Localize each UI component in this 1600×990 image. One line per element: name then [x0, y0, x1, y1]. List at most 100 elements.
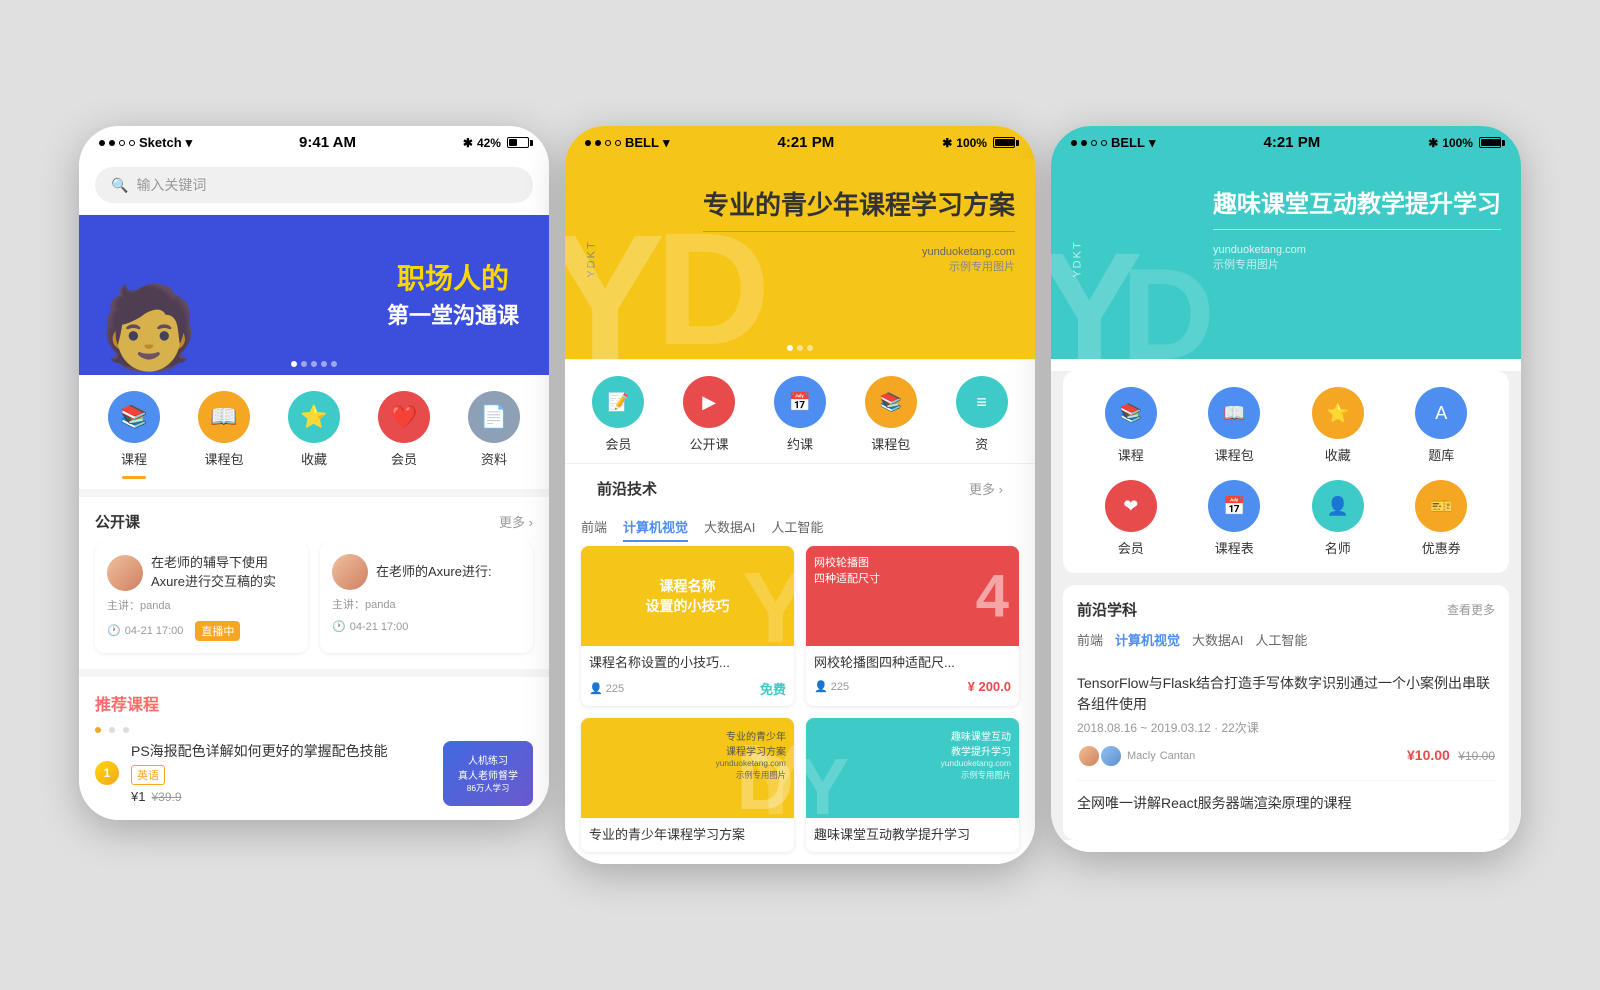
- nav3-coupon[interactable]: 🎫 优惠券: [1415, 480, 1467, 557]
- tab3-cv[interactable]: 计算机视觉: [1115, 630, 1180, 649]
- carrier-1: Sketch: [139, 135, 182, 150]
- rank-badge-1: 1: [95, 761, 119, 785]
- status-right-1: ✱ 42%: [463, 136, 529, 150]
- nav2-label-mat: 资: [975, 434, 988, 453]
- nav-underline: [122, 476, 146, 479]
- grid-text-1: 课程名称设置的小技巧: [638, 568, 738, 624]
- nav-icon-collect: ⭐: [288, 391, 340, 443]
- phone-1: Sketch ▾ 9:41 AM ✱ 42% 🔍 输入关键词 🧑: [79, 126, 549, 819]
- grid-meta-2: 👤 225 ¥ 200.0: [814, 679, 1011, 694]
- tab3-frontend[interactable]: 前端: [1077, 630, 1103, 649]
- recommend-item-1[interactable]: 1 PS海报配色详解如何更好的掌握配色技能 英语 ¥1 ¥39.9 人机练习真人…: [95, 741, 533, 806]
- nav3-pkg[interactable]: 📖 课程包: [1208, 387, 1260, 464]
- nav-label-package: 课程包: [204, 449, 243, 468]
- nav-row-3-1: 📚 课程 📖 课程包 ⭐ 收藏 A 题库: [1079, 387, 1493, 464]
- section-more-2[interactable]: 更多 ›: [969, 479, 1003, 498]
- course-title-2: 在老师的Axure进行:: [376, 563, 492, 581]
- grid-num-2: 4: [976, 562, 1009, 631]
- banner-url-3: yunduoketang.com: [1213, 244, 1501, 256]
- subject-section-3: 前沿学科 查看更多 前端 计算机视觉 大数据AI 人工智能 TensorFlow…: [1063, 585, 1509, 840]
- nav-item-collect[interactable]: ⭐ 收藏: [288, 391, 340, 479]
- grid-title-4: 趣味课堂互动教学提升学习: [814, 826, 1011, 844]
- nav-item-member[interactable]: ❤️ 会员: [378, 391, 430, 479]
- course-card-2[interactable]: 在老师的Axure进行: 主讲：panda 🕐 04-21 17:00: [320, 542, 533, 652]
- recommend-section: 推荐课程 1 PS海报配色详解如何更好的掌握配色技能 英语 ¥1 ¥39.9: [79, 677, 549, 820]
- tab-2-bigdata[interactable]: 大数据AI: [704, 517, 755, 542]
- nav3-course[interactable]: 📚 课程: [1105, 387, 1157, 464]
- banner-3: YDKT Y D 趣味课堂互动教学提升学习 yunduoketang.com 示…: [1051, 159, 1521, 359]
- course-title-1: 在老师的辅导下使用Axure进行交互稿的实: [151, 554, 296, 590]
- nav3-teacher[interactable]: 👤 名师: [1312, 480, 1364, 557]
- nav3-schedule[interactable]: 📅 课程表: [1208, 480, 1260, 557]
- price-old-1: ¥39.9: [151, 790, 181, 804]
- tabs-3: 前端 计算机视觉 大数据AI 人工智能: [1077, 630, 1495, 649]
- grid-card-1[interactable]: Y 课程名称设置的小技巧 课程名称设置的小技巧... 👤 225 免费: [581, 546, 794, 705]
- battery-pct-3: 100%: [1442, 136, 1473, 150]
- nav3-icon-qbank: A: [1415, 387, 1467, 439]
- course-list-title-2: 全网唯一讲解React服务器端渲染原理的课程: [1077, 793, 1495, 814]
- nav-label-member: 会员: [391, 449, 417, 468]
- bdot-3: [311, 361, 317, 367]
- tab3-bigdata[interactable]: 大数据AI: [1192, 630, 1243, 649]
- tab-2-ai[interactable]: 人工智能: [771, 517, 823, 542]
- grid-title-3: 专业的青少年课程学习方案: [589, 826, 786, 844]
- grid-card-3[interactable]: Y D 专业的青少年课程学习方案yunduoketang.com示例专用图片 专…: [581, 718, 794, 852]
- tab-2-frontend[interactable]: 前端: [581, 517, 607, 542]
- banner-dots-2: [787, 345, 813, 351]
- nav3-member[interactable]: ❤ 会员: [1105, 480, 1157, 557]
- nav3-label-member: 会员: [1118, 538, 1144, 557]
- grid-title-1: 课程名称设置的小技巧...: [589, 654, 786, 672]
- status-bar-3: BELL ▾ 4:21 PM ✱ 100%: [1051, 126, 1521, 159]
- nav2-label-member: 会员: [605, 434, 631, 453]
- grid-card-2[interactable]: 网校轮播图四种适配尺寸 4 网校轮播图四种适配尺... 👤 225 ¥ 200.…: [806, 546, 1019, 705]
- grid-thumb-4: Y 趣味课堂互动教学提升学习yunduoketang.com示例专用图片: [806, 718, 1019, 818]
- bdot2-2: [797, 345, 803, 351]
- phone3-content: 📚 课程 📖 课程包 ⭐ 收藏 A 题库: [1051, 371, 1521, 840]
- nav3-label-pkg: 课程包: [1215, 445, 1254, 464]
- section-more-public[interactable]: 更多 ›: [499, 512, 533, 531]
- nav3-qbank[interactable]: A 题库: [1415, 387, 1467, 464]
- nav3-icon-pkg: 📖: [1208, 387, 1260, 439]
- search-bar: 🔍 输入关键词: [79, 159, 549, 215]
- nav2-member[interactable]: 📝 会员: [592, 376, 644, 453]
- carrier-2: BELL: [625, 135, 659, 150]
- nav3-fav[interactable]: ⭐ 收藏: [1312, 387, 1364, 464]
- nav2-icon-public: ▶: [683, 376, 735, 428]
- nav2-icon-book: 📅: [774, 376, 826, 428]
- time-3: 4:21 PM: [1264, 134, 1321, 151]
- tab3-ai[interactable]: 人工智能: [1255, 630, 1307, 649]
- avatar-1: [107, 555, 143, 591]
- bdot2-1: [787, 345, 793, 351]
- course-card-1[interactable]: 在老师的辅导下使用Axure进行交互稿的实 主讲：panda 🕐 04-21 1…: [95, 542, 308, 652]
- dot2-2: [595, 140, 601, 146]
- course-list-title-1: TensorFlow与Flask结合打造手写体数字识别通过一个小案例出串联各组件…: [1077, 673, 1495, 715]
- bluetooth-icon-3: ✱: [1428, 136, 1438, 150]
- nav2-public[interactable]: ▶ 公开课: [683, 376, 735, 453]
- course-list-item-2[interactable]: 全网唯一讲解React服务器端渲染原理的课程: [1077, 781, 1495, 826]
- grid-card-4[interactable]: Y 趣味课堂互动教学提升学习yunduoketang.com示例专用图片 趣味课…: [806, 718, 1019, 852]
- banner-right-text-2: 专业的青少年课程学习方案 yunduoketang.com 示例专用图片: [703, 189, 1015, 274]
- banner-main-2: 专业的青少年课程学习方案: [703, 189, 1015, 223]
- status-bar-1: Sketch ▾ 9:41 AM ✱ 42%: [79, 126, 549, 159]
- battery-pct-1: 42%: [477, 136, 501, 150]
- nav-item-material[interactable]: 📄 资料: [468, 391, 520, 479]
- nav3-label-fav: 收藏: [1325, 445, 1351, 464]
- teachers-1: Macly Cantan: [1077, 744, 1195, 768]
- banner-text-area-3: 趣味课堂互动教学提升学习 yunduoketang.com 示例专用图片: [1213, 189, 1501, 271]
- search-input[interactable]: 🔍 输入关键词: [95, 167, 533, 203]
- course-price-1: ¥10.00: [1407, 747, 1450, 763]
- course-list-item-1[interactable]: TensorFlow与Flask结合打造手写体数字识别通过一个小案例出串联各组件…: [1077, 661, 1495, 781]
- nav2-book[interactable]: 📅 约课: [774, 376, 826, 453]
- nav-item-package[interactable]: 📖 课程包: [198, 391, 250, 479]
- nav3-icon-course: 📚: [1105, 387, 1157, 439]
- grid-info-3: 专业的青少年课程学习方案: [581, 818, 794, 852]
- tab-2-cv[interactable]: 计算机视觉: [623, 517, 688, 542]
- nav2-mat[interactable]: ≡ 资: [956, 376, 1008, 453]
- nav-item-course[interactable]: 📚 课程: [108, 391, 160, 479]
- dot4: [129, 140, 135, 146]
- see-more-3[interactable]: 查看更多: [1447, 601, 1495, 618]
- nav2-pkg[interactable]: 📚 课程包: [865, 376, 917, 453]
- section-tabs-2: 前端 计算机视觉 大数据AI 人工智能: [581, 509, 1019, 546]
- nav-label-course: 课程: [121, 449, 147, 468]
- course-list-meta-1: 2018.08.16 ~ 2019.03.12 · 22次课: [1077, 719, 1495, 736]
